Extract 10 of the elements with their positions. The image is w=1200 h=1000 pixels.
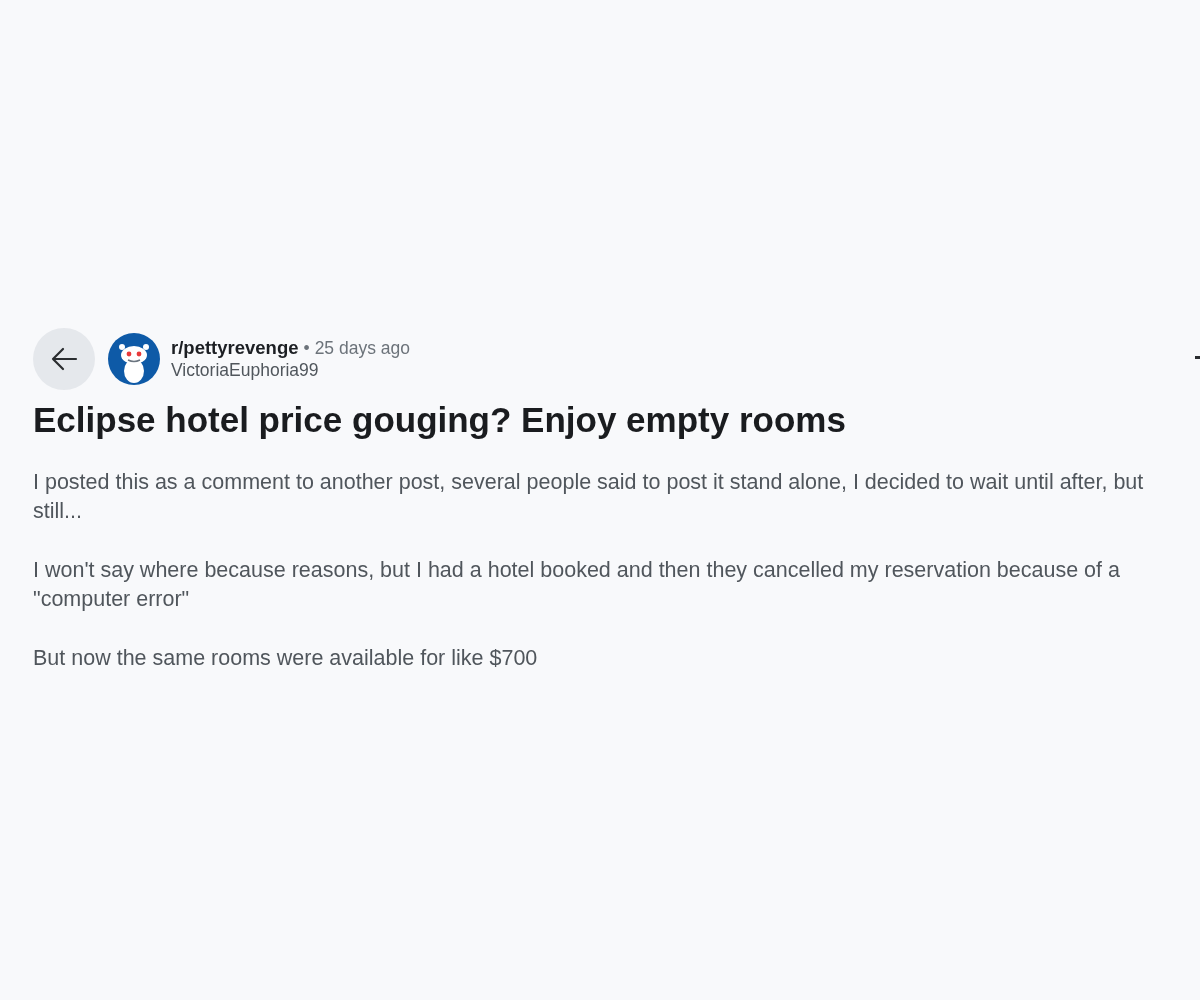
post-time: 25 days ago <box>314 338 410 359</box>
post-paragraph: But now the same rooms were available for like $700 <box>33 644 539 672</box>
post-paragraph: I won't say where because reasons, but I had a hotel booked and then they cancelled my reservation because of a "computer error" <box>33 556 1121 613</box>
subreddit-link[interactable]: r/pettyrevenge <box>171 337 299 359</box>
post-paragraph: I posted this as a comment to another post, several people said to post it stand alone, I decided to wait until after, but still... <box>33 468 1145 525</box>
edge-mark-icon <box>1195 355 1200 359</box>
author-link[interactable]: VictoriaEuphoria99 <box>171 360 319 380</box>
post-title: Eclipse hotel price gouging? Enjoy empty rooms <box>33 399 847 441</box>
mascot-avatar-icon <box>108 333 160 385</box>
separator-dot-text: • <box>303 338 310 359</box>
